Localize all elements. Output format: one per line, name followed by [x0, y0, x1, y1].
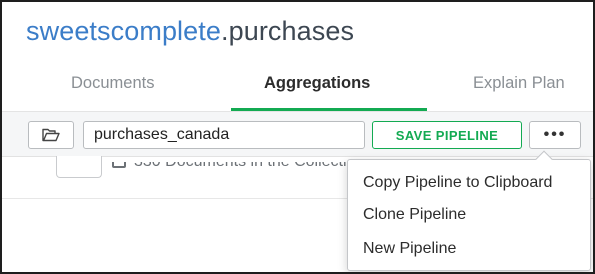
pipeline-toolbar: SAVE PIPELINE ••• [2, 112, 593, 157]
menu-item-clone-pipeline[interactable]: Clone Pipeline [363, 206, 466, 224]
pipeline-options-menu: Copy Pipeline to Clipboard Clone Pipelin… [347, 150, 591, 271]
ellipsis-icon: ••• [543, 126, 567, 143]
menu-item-new-pipeline[interactable]: New Pipeline [363, 240, 456, 258]
more-options-button[interactable]: ••• [529, 121, 581, 149]
collection-count-row: 330 Documents in the Collection [112, 162, 352, 180]
folder-open-icon [42, 128, 60, 142]
tab-explain-plan[interactable]: Explain Plan [473, 74, 565, 93]
collection-icon [112, 162, 126, 168]
database-name[interactable]: sweetscomplete [26, 16, 221, 46]
document-count-text: 330 Documents in the Collection [134, 162, 352, 170]
open-pipeline-button[interactable] [28, 121, 74, 149]
save-pipeline-button[interactable]: SAVE PIPELINE [372, 121, 522, 149]
tab-aggregations[interactable]: Aggregations [264, 74, 370, 93]
menu-item-copy-to-clipboard[interactable]: Copy Pipeline to Clipboard [363, 174, 552, 192]
collection-name: .purchases [221, 16, 355, 46]
tab-documents[interactable]: Documents [71, 74, 154, 93]
pipeline-name-input[interactable] [83, 121, 365, 149]
aggregation-window: sweetscomplete.purchases Documents Aggre… [0, 0, 595, 274]
namespace-title: sweetscomplete.purchases [26, 16, 354, 47]
tab-bar: Documents Aggregations Explain Plan [2, 62, 593, 112]
stage-collapse-card[interactable] [56, 156, 102, 178]
